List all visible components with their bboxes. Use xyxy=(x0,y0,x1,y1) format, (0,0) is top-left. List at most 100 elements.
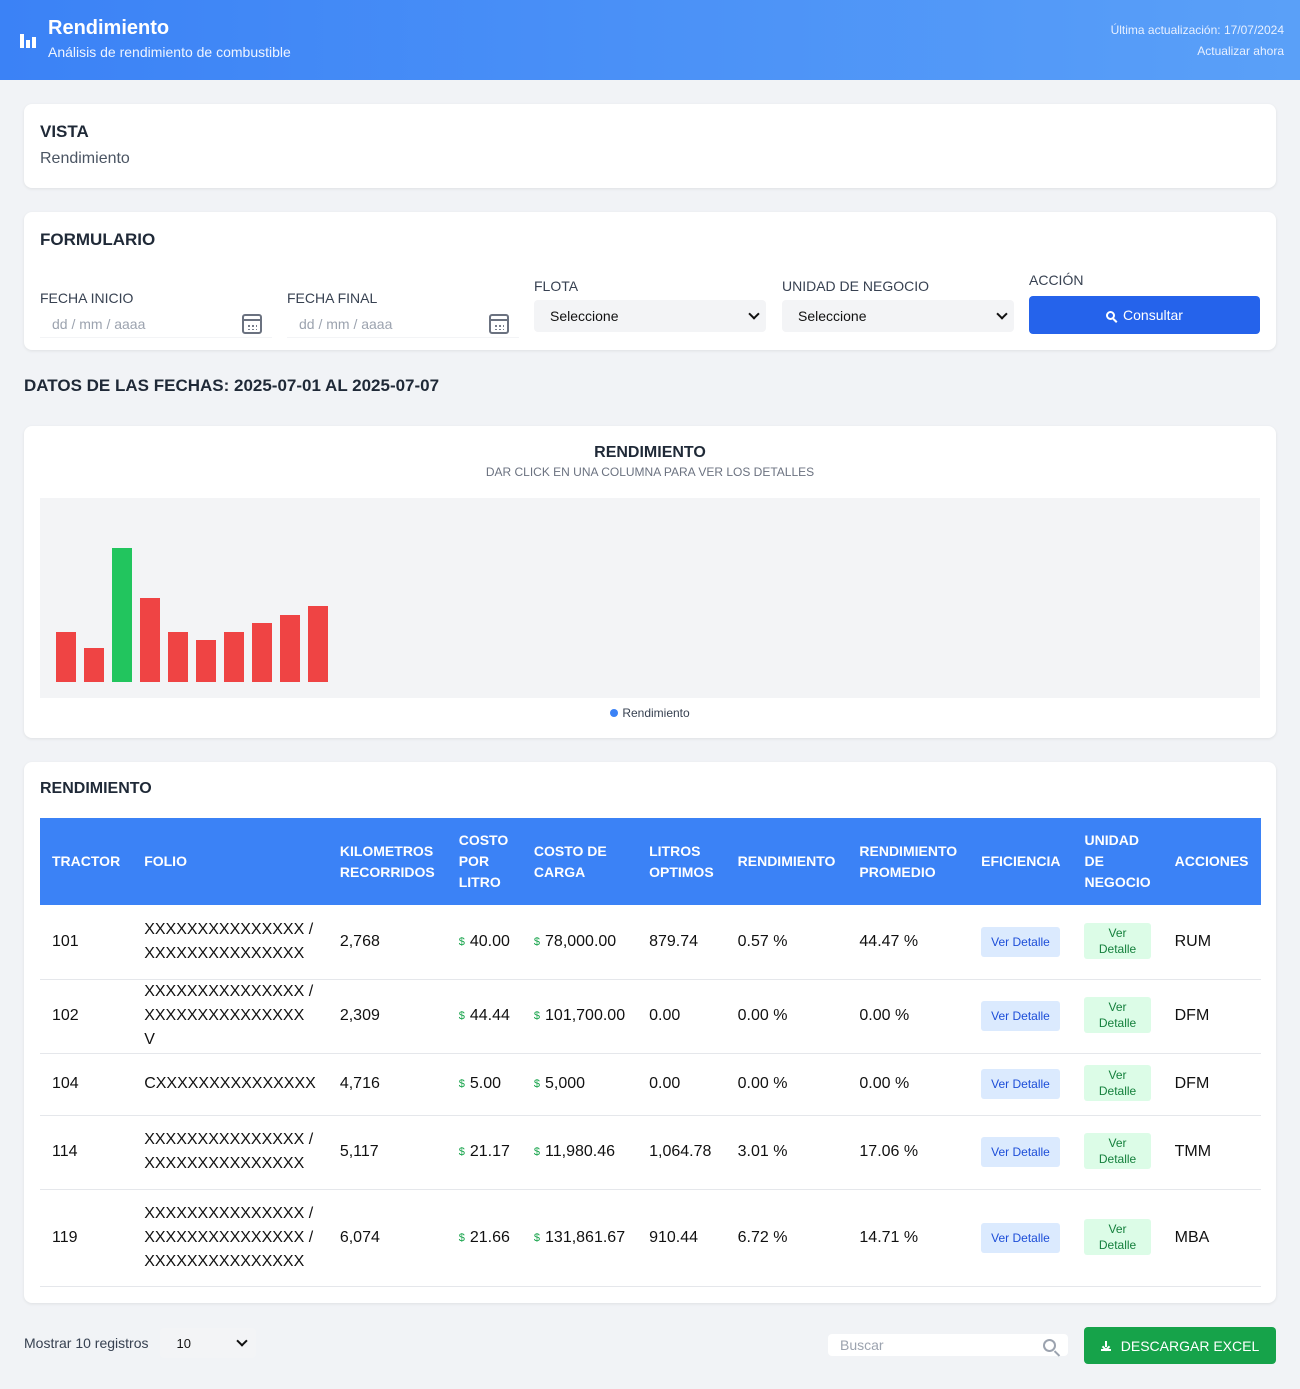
col-header-km[interactable]: KILOMETROS RECORRIDOS xyxy=(328,818,447,905)
chart-legend: Rendimiento xyxy=(24,706,1276,720)
col-header-eficiencia[interactable]: EFICIENCIA xyxy=(969,818,1072,905)
unidad-select-value: Seleccione xyxy=(798,308,867,324)
flota-select-value: Seleccione xyxy=(550,308,619,324)
chart-bar[interactable] xyxy=(140,598,160,682)
unidad-detail-button[interactable]: Ver Detalle xyxy=(1084,997,1151,1033)
cell-eficiencia: Ver Detalle xyxy=(969,1115,1073,1190)
dollar-icon: $ xyxy=(458,1010,465,1022)
eficiencia-detail-button[interactable]: Ver Detalle xyxy=(981,926,1060,957)
cell-rendimiento: 0.00 % xyxy=(725,979,848,1054)
cell-tractor: 104 xyxy=(40,1053,133,1116)
cell-rendimiento: 0.00 % xyxy=(725,1053,848,1116)
cell-acciones: DFM xyxy=(1162,1053,1261,1116)
consultar-label: Consultar xyxy=(1123,307,1183,323)
cell-tractor: 102 xyxy=(40,979,133,1054)
eficiencia-detail-button[interactable]: Ver Detalle xyxy=(981,1137,1060,1167)
unidad-detail-button[interactable]: Ver Detalle xyxy=(1084,1065,1151,1101)
cell-unidad: Ver Detalle xyxy=(1072,979,1163,1054)
fecha-inicio-input[interactable]: dd / mm / aaaa xyxy=(40,310,272,338)
cell-rendimiento: 6.72 % xyxy=(725,1189,848,1287)
unidad-select[interactable]: Seleccione xyxy=(782,300,1014,332)
costo-carga-value: 11,980.46 xyxy=(545,1143,616,1160)
dollar-icon: $ xyxy=(533,1010,541,1022)
cell-unidad: Ver Detalle xyxy=(1072,905,1163,980)
calendar-icon[interactable] xyxy=(489,313,509,334)
col-header-tractor[interactable]: TRACTOR xyxy=(40,818,132,905)
unidad-detail-button[interactable]: Ver Detalle xyxy=(1084,922,1151,959)
cell-eficiencia: Ver Detalle xyxy=(969,1189,1073,1287)
dollar-icon: $ xyxy=(458,935,465,948)
cell-km: 5,117 xyxy=(327,1115,447,1190)
cell-eficiencia: Ver Detalle xyxy=(969,905,1073,980)
cell-km: 2,768 xyxy=(327,905,447,980)
download-icon xyxy=(1100,1340,1111,1351)
col-header-rendimiento[interactable]: RENDIMIENTO xyxy=(726,818,848,905)
cell-costo-litro: $44.44 xyxy=(446,979,522,1054)
page-subtitle: Análisis de rendimiento de combustible xyxy=(48,44,291,60)
chart-bar[interactable] xyxy=(112,548,132,682)
chart-bar[interactable] xyxy=(84,648,104,682)
search-icon[interactable] xyxy=(1043,1338,1056,1352)
flota-select[interactable]: Seleccione xyxy=(534,300,766,332)
chart-bar[interactable] xyxy=(280,615,300,682)
costo-carga-value: 101,700.00 xyxy=(545,1007,626,1024)
flota-label: FLOTA xyxy=(534,278,579,294)
legend-label: Rendimiento xyxy=(622,706,690,720)
cell-costo-carga: $78,000.00 xyxy=(521,905,638,980)
cell-litros: 879.74 xyxy=(637,905,726,980)
chart-bar[interactable] xyxy=(196,640,216,682)
fecha-inicio-label: FECHA INICIO xyxy=(40,290,134,306)
col-header-costo-litro[interactable]: COSTO POR LITRO xyxy=(447,818,522,905)
costo-carga-value: 78,000.00 xyxy=(545,932,617,950)
vista-title: VISTA xyxy=(40,122,89,141)
chart-bar[interactable] xyxy=(308,606,328,682)
unidad-field: UNIDAD DE NEGOCIO Seleccione xyxy=(782,278,1014,332)
chart-bar[interactable] xyxy=(252,623,272,682)
unidad-detail-button[interactable]: Ver Detalle xyxy=(1084,1133,1151,1169)
refresh-link[interactable]: Actualizar ahora xyxy=(1111,41,1284,62)
cell-km: 2,309 xyxy=(327,979,447,1054)
fecha-final-field: FECHA FINAL dd / mm / aaaa xyxy=(287,290,519,338)
cell-litros: 910.44 xyxy=(637,1189,726,1287)
eficiencia-detail-button[interactable]: Ver Detalle xyxy=(981,1001,1060,1031)
col-header-rend-prom[interactable]: RENDIMIENTO PROMEDIO xyxy=(847,818,969,905)
accion-label: ACCIÓN xyxy=(1029,272,1084,288)
cell-unidad: Ver Detalle xyxy=(1072,1189,1163,1287)
cell-rend-prom: 17.06 % xyxy=(847,1115,970,1190)
cell-costo-carga: $11,980.46 xyxy=(521,1115,638,1190)
costo-litro-value: 5.00 xyxy=(469,1075,501,1092)
dollar-icon: $ xyxy=(458,1078,465,1090)
eficiencia-detail-button[interactable]: Ver Detalle xyxy=(981,1069,1060,1099)
cell-km: 6,074 xyxy=(327,1189,447,1287)
consultar-button[interactable]: Consultar xyxy=(1029,296,1260,334)
form-title: FORMULARIO xyxy=(40,230,156,249)
table-card: RENDIMIENTO TRACTOR FOLIO KILOMETROS REC… xyxy=(24,762,1276,1303)
costo-litro-value: 21.66 xyxy=(469,1228,510,1246)
chart-bar[interactable] xyxy=(224,632,244,682)
table-row: 101 XXXXXXXXXXXXXXX / XXXXXXXXXXXXXXX 2,… xyxy=(40,905,1261,980)
costo-litro-value: 40.00 xyxy=(469,932,510,950)
cell-eficiencia: Ver Detalle xyxy=(969,1053,1073,1116)
cell-km: 4,716 xyxy=(327,1053,447,1116)
col-header-costo-carga[interactable]: COSTO DE CARGA xyxy=(522,818,637,905)
col-header-litros[interactable]: LITROS OPTIMOS xyxy=(637,818,726,905)
unidad-detail-button[interactable]: Ver Detalle xyxy=(1084,1218,1151,1255)
col-header-folio[interactable]: FOLIO xyxy=(132,818,328,905)
eficiencia-detail-button[interactable]: Ver Detalle xyxy=(981,1222,1060,1253)
cell-rend-prom: 14.71 % xyxy=(847,1189,970,1287)
col-header-acciones[interactable]: ACCIONES xyxy=(1163,818,1261,905)
cell-costo-litro: $21.17 xyxy=(446,1115,522,1190)
search-input[interactable]: Buscar xyxy=(828,1334,1068,1356)
cell-costo-litro: $5.00 xyxy=(446,1053,522,1116)
fecha-final-placeholder: dd / mm / aaaa xyxy=(299,315,393,332)
costo-litro-value: 21.17 xyxy=(469,1143,510,1160)
chart-bar[interactable] xyxy=(56,632,76,682)
chart-plot-area xyxy=(40,498,1260,698)
page-title: Rendimiento xyxy=(48,17,170,39)
download-excel-button[interactable]: DESCARGAR EXCEL xyxy=(1084,1327,1276,1364)
fecha-final-input[interactable]: dd / mm / aaaa xyxy=(287,310,519,338)
calendar-icon[interactable] xyxy=(242,313,262,334)
chart-bar[interactable] xyxy=(168,632,188,682)
col-header-unidad[interactable]: UNIDAD DE NEGOCIO xyxy=(1072,818,1162,905)
page-size-select[interactable]: 10 xyxy=(160,1328,257,1358)
